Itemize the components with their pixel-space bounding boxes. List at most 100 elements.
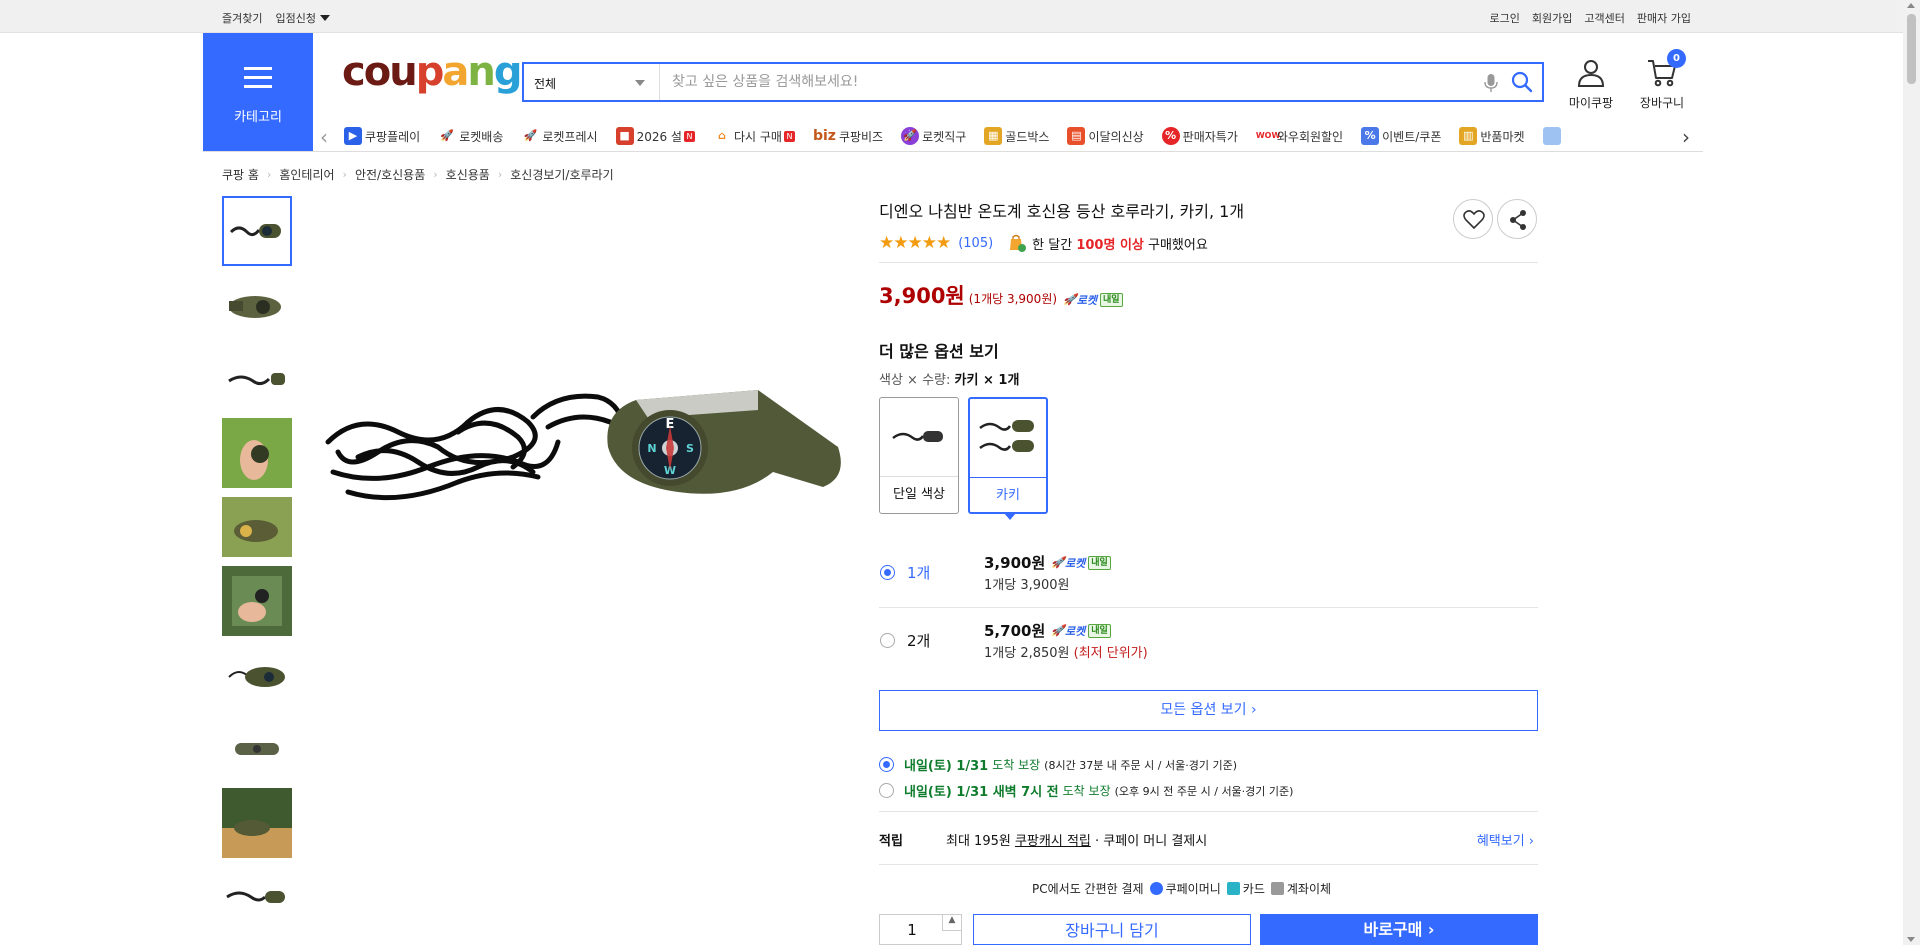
rating-row: ★★★★★ (105) 한 달간 100명 이상 구매했어요 — [879, 233, 1208, 253]
nav-item-more[interactable] — [1542, 127, 1564, 145]
delivery-option-2[interactable]: 내일(토) 1/31 새벽 7시 전 도착 보장 (오후 9시 전 주문 시 / 서… — [879, 781, 1293, 800]
sale-price: 3,900원 — [879, 284, 965, 308]
nav-item-rocket-global[interactable]: 🚀 로켓직구 — [901, 127, 966, 145]
nav-item-rocket-delivery[interactable]: 🚀 로켓배송 — [438, 127, 503, 145]
heart-icon — [1463, 210, 1485, 230]
nav-item-wow-discount[interactable]: WOW 와우회원할인 — [1255, 127, 1343, 145]
rocket-icon: 🚀 — [1051, 556, 1065, 569]
rocket-icon: 🚀 — [1051, 624, 1065, 637]
swatch-label: 단일 색상 — [880, 476, 958, 514]
bank-transfer-option: 계좌이체 — [1270, 880, 1331, 897]
nav-item-new-arrivals[interactable]: ▤ 이달의신상 — [1067, 127, 1144, 145]
quantity-value[interactable]: 1 — [880, 915, 944, 945]
more-icon — [1542, 127, 1561, 145]
breadcrumb-item[interactable]: 쿠팡 홈 — [222, 166, 259, 183]
mic-icon[interactable] — [1484, 73, 1498, 93]
delivery-option-1[interactable]: 내일(토) 1/31 도착 보장 (8시간 37분 내 주문 시 / 서울·경기 기… — [879, 755, 1237, 774]
product-thumbnail[interactable] — [222, 566, 292, 636]
add-to-cart-button[interactable]: 장바구니 담기 — [973, 914, 1251, 945]
thumbnail-list — [222, 196, 294, 936]
nav-prev-icon[interactable]: ‹ — [320, 125, 328, 149]
coupay-money-option: 쿠페이머니 — [1149, 880, 1221, 897]
mypage-button[interactable]: 마이쿠팡 — [1562, 58, 1620, 111]
rating-stars: ★★★★★ — [879, 233, 951, 253]
nav-label: 골드박스 — [1005, 129, 1050, 144]
signup-link[interactable]: 회원가입 — [1532, 10, 1572, 26]
search-category-select[interactable]: 전체 — [524, 64, 660, 100]
product-thumbnail[interactable] — [222, 270, 292, 340]
product-thumbnail[interactable] — [222, 418, 292, 488]
bank-icon — [1270, 882, 1284, 895]
chevron-right-icon: › — [497, 168, 503, 181]
breadcrumb-item[interactable]: 안전/호신용품 — [355, 166, 425, 183]
scroll-down-icon[interactable] — [1907, 937, 1915, 942]
benefit-link[interactable]: 혜택보기 › — [1477, 830, 1534, 849]
product-thumbnail[interactable] — [222, 788, 292, 858]
product-thumbnail[interactable] — [222, 640, 292, 710]
coupang-cash-link[interactable]: 쿠팡캐시 적립 — [1015, 834, 1091, 849]
product-thumbnail[interactable] — [222, 862, 292, 932]
pc-payment-row: PC에서도 간편한 결제 쿠페이머니 카드 계좌이체 — [1032, 880, 1331, 897]
nav-item-seller-deals[interactable]: % 판매자특가 — [1161, 127, 1238, 145]
quantity-stepper[interactable]: 1 ▲ — [879, 914, 962, 945]
nav-item-coupang-play[interactable]: ▶ 쿠팡플레이 — [344, 127, 420, 145]
nav-item-rebuy[interactable]: ⌂ 다시 구매 N — [712, 127, 795, 145]
product-thumbnail[interactable] — [222, 714, 292, 784]
quantity-radio[interactable] — [880, 565, 895, 580]
product-thumbnail[interactable] — [222, 196, 292, 266]
breadcrumb-item[interactable]: 호신경보기/호루라기 — [510, 166, 613, 183]
coupang-logo[interactable]: coupang — [342, 52, 522, 92]
delivery-radio[interactable] — [879, 757, 894, 772]
search-icon[interactable] — [1510, 70, 1534, 94]
product-thumbnail[interactable] — [222, 492, 292, 562]
review-count-link[interactable]: (105) — [958, 236, 993, 251]
category-menu-button[interactable]: 카테고리 — [203, 33, 313, 152]
play-icon: ▶ — [344, 127, 362, 145]
search-category-value: 전체 — [534, 77, 557, 91]
breadcrumb-item[interactable]: 호신용품 — [446, 166, 490, 183]
search-input[interactable] — [662, 64, 1462, 100]
delivery-radio[interactable] — [879, 783, 894, 798]
page-scrollbar[interactable] — [1903, 0, 1920, 945]
quantity-option-1[interactable]: 1개 3,900원 🚀 로켓 내일 1개당 3,900원 — [879, 540, 1538, 608]
quantity-option-2[interactable]: 2개 5,700원 🚀 로켓 내일 1개당 2,850원 (최저 단위가) — [879, 608, 1538, 676]
nav-item-events-coupons[interactable]: % 이벤트/쿠폰 — [1361, 127, 1441, 145]
seller-apply-link[interactable]: 입점신청 — [275, 10, 330, 26]
bookmark-link[interactable]: 즐겨찾기 — [222, 10, 262, 26]
wishlist-button[interactable] — [1453, 199, 1493, 239]
new-badge: N — [783, 130, 795, 142]
share-button[interactable] — [1497, 199, 1537, 239]
nav-item-return-market[interactable]: ▥ 반품마켓 — [1459, 127, 1525, 145]
chevron-right-icon: › — [433, 168, 438, 181]
scrollbar-thumb[interactable] — [1907, 14, 1916, 84]
card-icon — [1226, 882, 1240, 895]
product-main-image[interactable]: E S N W — [318, 352, 858, 572]
nav-divider — [203, 151, 1703, 152]
nav-item-rocket-fresh[interactable]: 🚀 로켓프레시 — [521, 127, 598, 145]
customer-center-link[interactable]: 고객센터 — [1584, 10, 1624, 26]
nav-item-coupang-biz[interactable]: biz 쿠팡비즈 — [813, 127, 883, 145]
nav-label: 로켓직구 — [922, 129, 967, 144]
new-bag-icon: ▤ — [1067, 127, 1086, 145]
swatch-single-color[interactable]: 단일 색상 — [879, 397, 959, 514]
scroll-up-icon[interactable] — [1907, 3, 1915, 8]
buy-now-button[interactable]: 바로구매 › — [1260, 914, 1538, 945]
breadcrumb-item[interactable]: 홈인테리어 — [279, 166, 334, 183]
quantity-radio[interactable] — [880, 633, 895, 648]
nav-item-2026-seol[interactable]: ■ 2026 설N — [615, 127, 695, 145]
nav-next-icon[interactable]: › — [1682, 125, 1690, 149]
quantity-price: 3,900원 🚀 로켓 내일 — [984, 552, 1111, 573]
divider — [879, 864, 1538, 865]
increase-icon[interactable]: ▲ — [942, 915, 961, 931]
all-options-button[interactable]: 모든 옵션 보기 › — [879, 690, 1538, 731]
swatch-khaki[interactable]: 카키 — [968, 397, 1048, 520]
login-link[interactable]: 로그인 — [1490, 10, 1520, 26]
seller-signup-link[interactable]: 판매자 가입 — [1637, 10, 1691, 26]
rocket-icon: 🚀 — [438, 127, 457, 145]
delivery-guarantee: 도착 보장 — [1062, 784, 1111, 798]
wow-icon: WOW — [1255, 127, 1280, 145]
product-thumbnail[interactable] — [222, 344, 292, 414]
nav-item-goldbox[interactable]: ▦ 골드박스 — [984, 127, 1049, 145]
quantity-unit-price: 1개당 2,850원 (최저 단위가) — [984, 646, 1148, 661]
cart-count-badge: 0 — [1667, 49, 1686, 68]
